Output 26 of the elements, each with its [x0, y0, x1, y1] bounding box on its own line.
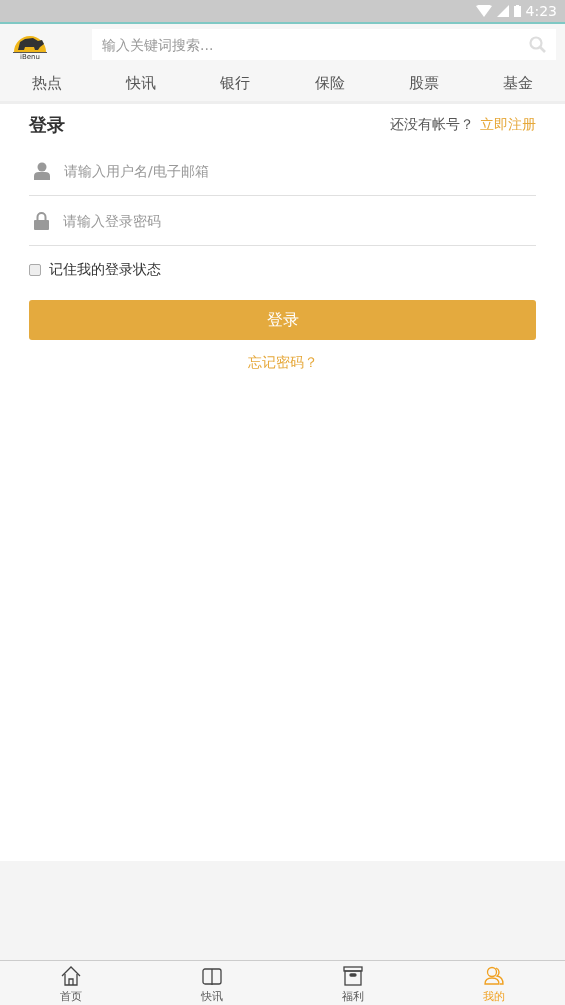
users-icon	[484, 966, 505, 986]
remember-label: 记住我的登录状态	[49, 261, 161, 279]
home-icon	[60, 966, 81, 986]
remember-checkbox[interactable]	[29, 264, 41, 276]
battery-icon	[513, 5, 521, 17]
no-account-text: 还没有帐号？	[390, 116, 474, 134]
login-title: 登录	[29, 113, 65, 137]
bottom-tab[interactable]: 快讯	[181, 961, 242, 1005]
category-tab[interactable]: 热点	[32, 73, 63, 93]
search-field[interactable]: 输入关键词搜索...	[92, 29, 556, 60]
book-icon	[201, 968, 222, 986]
signal-icon	[496, 5, 509, 17]
lock-icon	[34, 212, 49, 230]
user-icon	[34, 162, 50, 180]
category-tab[interactable]: 保险	[314, 73, 345, 93]
bottom-tab[interactable]: 福利	[323, 961, 384, 1005]
search-icon[interactable]	[529, 36, 546, 53]
category-tab[interactable]: 快讯	[126, 73, 157, 93]
category-tab[interactable]: 股票	[408, 73, 439, 93]
wifi-icon	[475, 5, 492, 17]
username-field[interactable]: 请输入用户名/电子邮箱	[62, 162, 536, 180]
category-tab[interactable]: 银行	[220, 73, 251, 93]
bottom-tab[interactable]: 首页	[40, 961, 101, 1005]
category-tab[interactable]: 基金	[502, 73, 533, 93]
archive-box-icon	[343, 966, 364, 986]
password-field[interactable]: 请输入登录密码	[61, 212, 536, 230]
